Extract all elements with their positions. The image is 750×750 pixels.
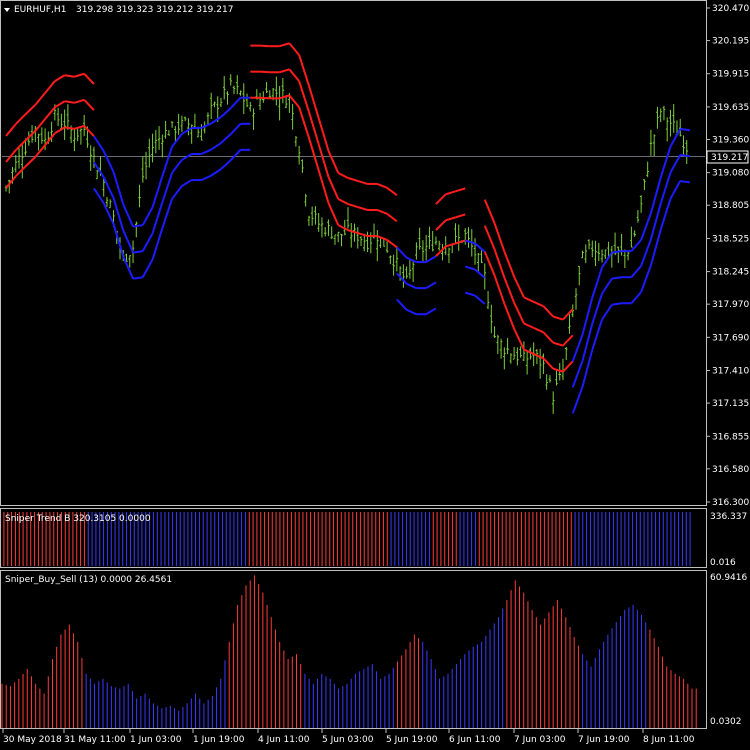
price-ytick-label: 318.805 <box>712 201 749 211</box>
symbol-title: EURHUF,H1 <box>14 5 66 15</box>
trend-ytick-bottom: 0.016 <box>710 558 736 568</box>
xtick-label: 30 May 2018 <box>3 735 62 745</box>
price-ytick-label: 320.470 <box>712 4 749 14</box>
price-ytick-label: 320.195 <box>712 37 749 47</box>
price-ytick-label: 317.970 <box>712 300 749 310</box>
xtick-label: 31 May 11:00 <box>64 735 126 745</box>
price-ytick-label: 318.525 <box>712 234 749 244</box>
buysell-ytick-bottom: 0.0302 <box>710 717 742 727</box>
trend-indicator-title: Sniper Trend B 320.3105 0.0000 <box>5 514 151 524</box>
price-ytick-label: 316.580 <box>712 465 749 475</box>
price-ytick-label: 319.080 <box>712 169 749 179</box>
price-ytick-label: 316.300 <box>712 498 749 508</box>
xtick-label: 7 Jun 19:00 <box>578 735 630 745</box>
trading-chart[interactable]: 320.470 320.195 319.915 319.635 319.360 319.0… <box>0 0 750 750</box>
price-ytick-label: 317.690 <box>712 333 749 343</box>
xtick-label: 6 Jun 11:00 <box>449 735 501 745</box>
price-ytick-label: 317.135 <box>712 399 749 409</box>
xtick-label: 8 Jun 11:00 <box>643 735 695 745</box>
xtick-label: 5 Jun 19:00 <box>386 735 438 745</box>
price-ytick-label: 319.360 <box>712 135 749 145</box>
buysell-ytick-top: 60.9416 <box>710 573 747 583</box>
price-ytick-label: 318.245 <box>712 268 749 278</box>
symbol-header: EURHUF,H1 319.298 319.323 319.212 319.21… <box>4 5 233 15</box>
xtick-label: 4 Jun 11:00 <box>258 735 310 745</box>
xtick-label: 1 Jun 03:00 <box>130 735 182 745</box>
price-ytick-label: 319.915 <box>712 70 749 80</box>
band-line-1 <box>259 70 270 74</box>
xtick-label: 5 Jun 03:00 <box>322 735 374 745</box>
current-price-label: 319.217 <box>711 153 748 163</box>
price-ytick-label: 319.635 <box>712 103 749 113</box>
buysell-indicator-title: Sniper_Buy_Sell (13) 0.0000 26.4561 <box>5 575 172 585</box>
xtick-label: 7 Jun 03:00 <box>514 735 566 745</box>
ohlc-quote: 319.298 319.323 319.212 319.217 <box>76 5 233 15</box>
xtick-label: 1 Jun 19:00 <box>193 735 245 745</box>
price-ytick-label: 316.855 <box>712 432 749 442</box>
band-line-2 <box>259 44 270 48</box>
trend-ytick-top: 336.337 <box>710 512 747 522</box>
band-line-0 <box>259 96 270 100</box>
price-ytick-label: 317.410 <box>712 367 749 377</box>
